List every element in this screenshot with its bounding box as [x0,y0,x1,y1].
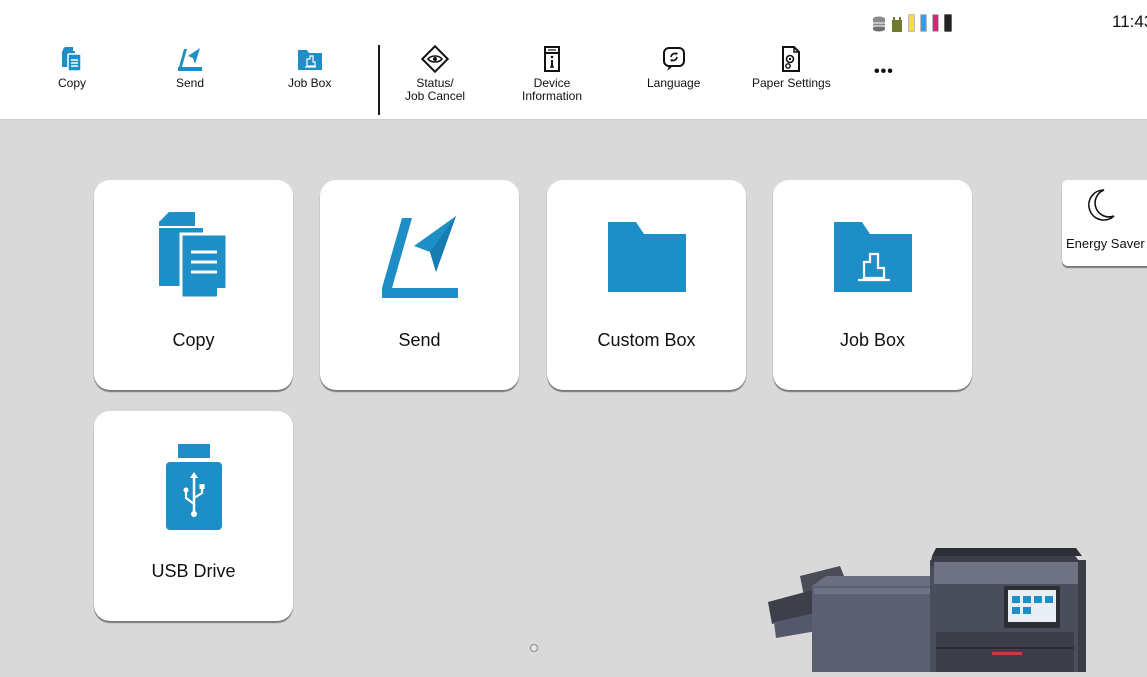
folder-icon [547,210,746,302]
toolbar-copy-label: Copy [58,76,87,90]
more-icon: ••• [874,63,894,80]
job-box-icon [773,210,972,302]
send-tile-label: Send [398,330,441,350]
copy-icon [62,44,82,74]
paper-settings-icon [781,44,801,74]
toolbar-paper-settings-button[interactable]: Paper Settings [752,44,831,114]
job-box-tile[interactable]: Job Box [773,180,972,390]
page-indicator-dot[interactable] [530,644,538,652]
custom-box-tile-label: Custom Box [597,330,696,350]
toner-magenta-icon [932,14,939,32]
status-label-line1: Status/ [416,76,454,90]
copy-icon [94,210,293,302]
toolbar-send-button[interactable]: Send [176,44,204,114]
printer-illustration [760,540,1090,677]
waste-toner-icon [892,17,902,32]
status-icons [872,14,952,32]
toolbar-device-information-button[interactable]: Device Information [522,44,582,114]
custom-box-tile[interactable]: Custom Box [547,180,746,390]
toner-yellow-icon [908,14,915,32]
moon-icon [1086,188,1116,227]
send-icon [178,44,203,74]
device-label-line1: Device [533,76,571,90]
toolbar-device-label: Device Information [522,77,582,103]
energy-saver-label: Energy Saver [1066,236,1145,251]
job-box-tile-label: Job Box [839,330,906,350]
toolbar-paper-settings-label: Paper Settings [752,76,831,90]
job-box-icon [297,44,322,74]
toolbar-send-label: Send [176,76,205,90]
toolbar-divider [378,45,380,115]
toolbar-job-box-label: Job Box [288,76,332,90]
top-toolbar: 11:43 Copy Send Job Box [0,0,1147,120]
copy-tile[interactable]: Copy [94,180,293,390]
toner-cyan-icon [920,14,927,32]
toolbar-language-button[interactable]: Language [647,44,700,114]
toolbar-language-label: Language [647,76,701,90]
language-icon [662,44,686,74]
device-label-line2: Information [522,89,583,103]
eye-icon [421,44,450,74]
usb-drive-icon [94,441,293,533]
usb-drive-tile-label: USB Drive [151,561,236,581]
toolbar-more-button[interactable]: ••• [874,62,894,132]
toolbar-status-label: Status/ Job Cancel [405,77,465,103]
storage-icon [873,16,885,32]
toolbar-job-box-button[interactable]: Job Box [288,44,331,114]
status-label-line2: Job Cancel [405,89,466,103]
send-tile[interactable]: Send [320,180,519,390]
send-icon [320,210,519,302]
usb-drive-tile[interactable]: USB Drive [94,411,293,621]
toolbar-copy-button[interactable]: Copy [58,44,86,114]
copy-tile-label: Copy [172,330,215,350]
energy-saver-button[interactable]: Energy Saver [1062,180,1147,266]
toner-black-icon [944,14,952,32]
clock: 11:43 [1112,12,1147,31]
toolbar-status-job-cancel-button[interactable]: Status/ Job Cancel [405,44,465,114]
device-info-icon [542,44,562,74]
